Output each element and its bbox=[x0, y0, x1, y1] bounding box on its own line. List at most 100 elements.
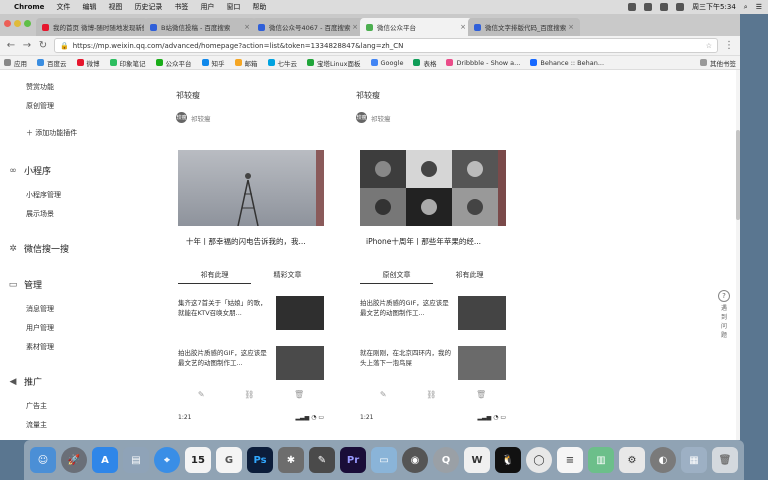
menu-history[interactable]: 历史记录 bbox=[134, 2, 162, 12]
trash-icon[interactable]: 🗑 bbox=[476, 390, 486, 399]
menu-bookmarks[interactable]: 书签 bbox=[174, 2, 188, 12]
photoshop-icon[interactable]: Ps bbox=[247, 447, 273, 473]
sidebar-item-scenes[interactable]: 展示场景 bbox=[26, 209, 54, 219]
menu-list-icon[interactable]: ☰ bbox=[756, 3, 762, 11]
tray-cloud-icon[interactable] bbox=[644, 3, 653, 11]
settings-icon[interactable]: ⚙ bbox=[619, 447, 645, 473]
bookmark-behance[interactable]: Behance :: Behan... bbox=[530, 59, 604, 67]
menubar-clock[interactable]: 周三下午5:34 bbox=[692, 2, 736, 12]
wifi-icon[interactable] bbox=[660, 3, 669, 11]
tab-close-icon[interactable]: × bbox=[568, 23, 574, 31]
preview-icon[interactable]: ▤ bbox=[123, 447, 149, 473]
bookmark-dribbble[interactable]: Dribbble - Show a... bbox=[446, 59, 520, 67]
finder-icon[interactable]: ☺ bbox=[30, 447, 56, 473]
tab-weixin-mp[interactable]: 微信公众平台 × bbox=[360, 18, 472, 36]
link-icon[interactable]: ⛓ bbox=[426, 390, 436, 399]
network-icon[interactable]: ◐ bbox=[650, 447, 676, 473]
menu-window[interactable]: 窗口 bbox=[226, 2, 240, 12]
sidebar-item-original[interactable]: 原创管理 bbox=[26, 101, 54, 111]
tab-baidu-1[interactable]: B站微信投稿 - 百度搜索 × bbox=[144, 18, 256, 36]
phone-preview[interactable]: iPhone十周年丨那些年苹果的经... 原创文章 祁有此理 拍出胶片质感的GI… bbox=[360, 150, 520, 430]
trash-icon[interactable]: 🗑 bbox=[294, 390, 304, 399]
help-float-button[interactable]: ? 遇 到 问 题 bbox=[716, 290, 732, 340]
premiere-icon[interactable]: Pr bbox=[340, 447, 366, 473]
word-icon[interactable]: W bbox=[464, 447, 490, 473]
content-tab[interactable]: 祁有此理 bbox=[178, 270, 251, 284]
qq-icon[interactable]: 🐧 bbox=[495, 447, 521, 473]
phone-preview[interactable]: 十年丨那幸福的闪电告诉我的，我... 祁有此理 精彩文章 集齐这7首关于「姑娘」… bbox=[178, 150, 338, 430]
notes-icon[interactable]: ≡ bbox=[557, 447, 583, 473]
bookmark-google[interactable]: Google bbox=[370, 59, 403, 67]
bookmark-sheet[interactable]: 表格 bbox=[413, 58, 436, 68]
content-tab[interactable]: 祁有此理 bbox=[433, 270, 506, 284]
list-item[interactable]: 集齐这7首关于「姑娘」的歌，就能在KTV召唤女朋... bbox=[178, 296, 324, 332]
minimize-window-icon[interactable] bbox=[14, 20, 21, 27]
add-plugin-button[interactable]: ＋ 添加功能插件 bbox=[26, 128, 77, 138]
zoom-window-icon[interactable] bbox=[24, 20, 31, 27]
bookmark-other[interactable]: 其他书签 bbox=[700, 58, 736, 68]
screen-time-icon[interactable]: ▦ bbox=[681, 447, 707, 473]
volume-icon[interactable] bbox=[676, 3, 685, 11]
sidebar-item-publisher[interactable]: 流量主 bbox=[26, 420, 47, 430]
section-search[interactable]: ✲ 微信搜一搜 bbox=[8, 242, 69, 256]
search-icon[interactable]: ⌕ bbox=[744, 3, 748, 12]
close-window-icon[interactable] bbox=[4, 20, 11, 27]
wechat-icon[interactable]: ◯ bbox=[526, 447, 552, 473]
sidebar-item-materials[interactable]: 素材管理 bbox=[26, 342, 54, 352]
menu-people[interactable]: 用户 bbox=[200, 2, 214, 12]
quicktime-icon[interactable]: Q bbox=[433, 447, 459, 473]
back-icon[interactable]: ← bbox=[6, 40, 16, 51]
chrome-menu-icon[interactable]: ⋮ bbox=[724, 40, 734, 51]
menu-edit[interactable]: 编辑 bbox=[82, 2, 96, 12]
link-icon[interactable]: ⛓ bbox=[244, 390, 254, 399]
bookmark-evernote[interactable]: 印象笔记 bbox=[109, 58, 146, 68]
sidebar-item-advertiser[interactable]: 广告主 bbox=[26, 401, 47, 411]
bookmark-qiniu[interactable]: 七牛云 bbox=[267, 58, 297, 68]
sidebar-item-messages[interactable]: 消息管理 bbox=[26, 304, 54, 314]
menu-view[interactable]: 视图 bbox=[108, 2, 122, 12]
tab-weibo[interactable]: 我的首页 微博-随时随地发现新鲜事× bbox=[36, 18, 148, 36]
safari-icon[interactable]: ⌖ bbox=[154, 447, 180, 473]
edit-icon[interactable]: ✎ bbox=[380, 390, 387, 399]
address-bar[interactable]: 🔒 https://mp.weixin.qq.com/advanced/home… bbox=[54, 38, 718, 53]
tab-close-icon[interactable]: × bbox=[352, 23, 358, 31]
utility-icon[interactable]: ✱ bbox=[278, 447, 304, 473]
sidebar-item-users[interactable]: 用户管理 bbox=[26, 323, 54, 333]
tab-baidu-2[interactable]: 微信公众号4067 - 百度搜索 × bbox=[252, 18, 364, 36]
bookmark-bt[interactable]: 宝塔Linux面板 bbox=[307, 58, 361, 68]
content-tab[interactable]: 精彩文章 bbox=[251, 270, 324, 284]
books-icon[interactable]: ▥ bbox=[588, 447, 614, 473]
bookmark-mail[interactable]: 邮箱 bbox=[234, 58, 258, 68]
menu-file[interactable]: 文件 bbox=[56, 2, 70, 12]
reload-icon[interactable]: ↻ bbox=[38, 40, 48, 51]
app-menu-chrome[interactable]: Chrome bbox=[14, 3, 44, 11]
bookmark-star-icon[interactable]: ☆ bbox=[706, 42, 712, 50]
bookmark-mp[interactable]: 公众平台 bbox=[155, 58, 192, 68]
tab-close-icon[interactable]: × bbox=[460, 23, 466, 31]
bookmark-weibo[interactable]: 微博 bbox=[76, 58, 100, 68]
camera-icon[interactable]: ◉ bbox=[402, 447, 428, 473]
sidebar-item-mini-manage[interactable]: 小程序管理 bbox=[26, 190, 61, 200]
git-icon[interactable]: G bbox=[216, 447, 242, 473]
tab-close-icon[interactable]: × bbox=[244, 23, 250, 31]
app-store-icon[interactable]: A bbox=[92, 447, 118, 473]
tab-baidu-3[interactable]: 微信文字排版代码_百度搜索 × bbox=[468, 18, 580, 36]
forward-icon[interactable]: → bbox=[22, 40, 32, 51]
scrollbar-thumb[interactable] bbox=[736, 130, 740, 220]
sidebar-item-reward[interactable]: 赞赏功能 bbox=[26, 82, 54, 92]
tray-app-icon[interactable] bbox=[628, 3, 637, 11]
edit-icon[interactable]: ✎ bbox=[198, 390, 205, 399]
list-item[interactable]: 拍出胶片质感的GIF，这应该是最文艺的动图制作工... bbox=[360, 296, 506, 332]
calendar-icon[interactable]: 15 bbox=[185, 447, 211, 473]
launchpad-icon[interactable]: 🚀 bbox=[61, 447, 87, 473]
menu-help[interactable]: 帮助 bbox=[252, 2, 266, 12]
keynote-icon[interactable]: ▭ bbox=[371, 447, 397, 473]
script-editor-icon[interactable]: ✎ bbox=[309, 447, 335, 473]
bookmark-zhihu[interactable]: 知乎 bbox=[201, 58, 225, 68]
bookmark-baiduyun[interactable]: 百度云 bbox=[37, 58, 67, 68]
scrollbar[interactable] bbox=[736, 70, 740, 440]
trash-icon[interactable]: 🗑 bbox=[712, 447, 738, 473]
content-tab[interactable]: 原创文章 bbox=[360, 270, 433, 284]
bookmark-apps[interactable]: 应用 bbox=[4, 58, 27, 68]
list-item[interactable]: 就在刚刚，在北京四环内，我的头上落下一泡鸟屎 bbox=[360, 346, 506, 382]
